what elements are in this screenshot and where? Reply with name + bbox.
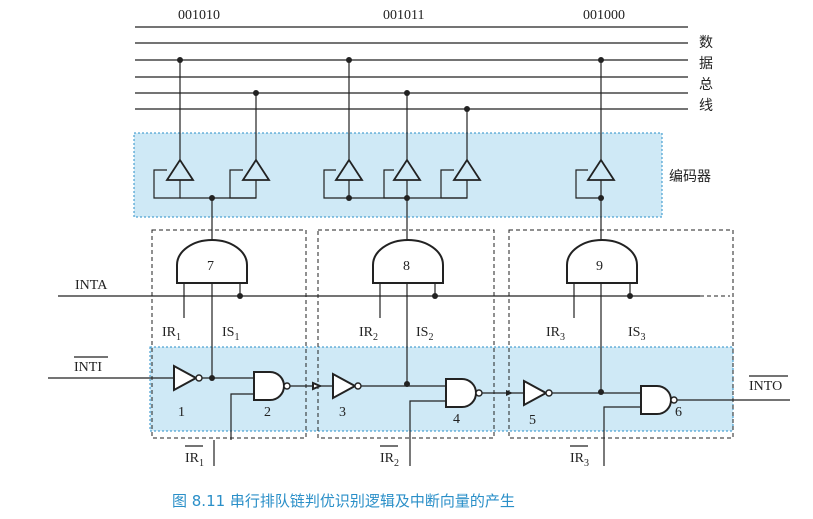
is-label-2: IS2 — [416, 325, 433, 343]
inti-label: INTI — [74, 360, 102, 375]
svg-text:6: 6 — [675, 405, 682, 420]
svg-text:7: 7 — [207, 259, 214, 274]
data-bus — [135, 26, 688, 110]
ir-label-3: IR3 — [546, 325, 565, 343]
bus-label-char-2: 据 — [699, 56, 713, 72]
ir-bar-label-3: IR3 — [570, 451, 589, 469]
inta-label: INTA — [75, 278, 108, 293]
code-label-1: 001010 — [178, 8, 220, 23]
ir-bar-label-2: IR2 — [380, 451, 399, 469]
encoder-label: 编码器 — [669, 169, 711, 185]
bus-label-char-4: 线 — [699, 98, 713, 114]
svg-text:2: 2 — [264, 405, 271, 420]
and-gate-8: 8 — [372, 239, 444, 284]
priority-chain-diagram: 001010 001011 001000 数 据 总 线 编码器 7 8 9 I… — [48, 8, 790, 510]
is-label-3: IS3 — [628, 325, 645, 343]
and-gate-7: 7 — [176, 239, 248, 284]
figure-caption: 图 8.11 串行排队链判优识别逻辑及中断向量的产生 — [172, 492, 515, 510]
code-label-3: 001000 — [583, 8, 625, 23]
code-label-2: 001011 — [383, 8, 424, 23]
svg-text:9: 9 — [596, 259, 603, 274]
ir-label-1: IR1 — [162, 325, 181, 343]
svg-text:1: 1 — [178, 405, 185, 420]
svg-text:8: 8 — [403, 259, 410, 274]
bus-label-char-1: 数 — [699, 35, 713, 51]
svg-text:3: 3 — [339, 405, 346, 420]
bus-label-char-3: 总 — [699, 77, 713, 93]
and-gate-9: 9 — [566, 239, 638, 284]
is-label-1: IS1 — [222, 325, 239, 343]
svg-text:5: 5 — [529, 413, 536, 428]
into-label: INTO — [749, 379, 782, 394]
ir-label-2: IR2 — [359, 325, 378, 343]
svg-text:4: 4 — [453, 412, 460, 427]
ir-bar-label-1: IR1 — [185, 451, 204, 469]
